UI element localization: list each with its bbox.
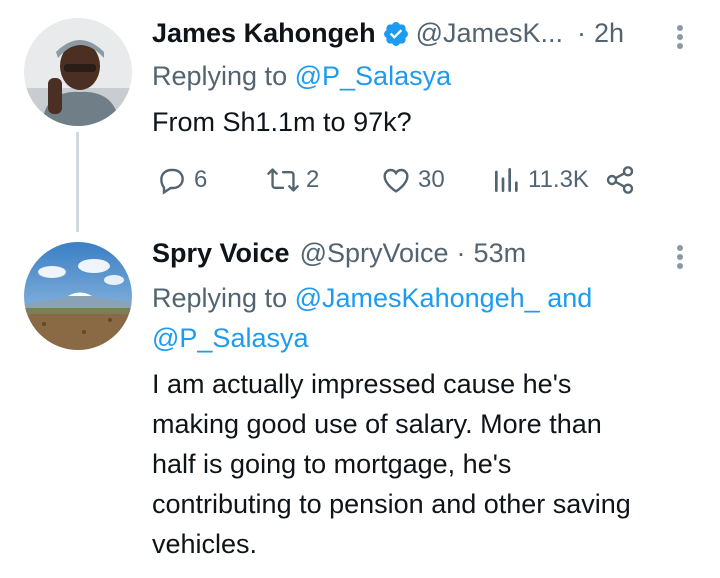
text-line: half is going to mortgage, he's: [152, 449, 512, 479]
avatar-spry-voice[interactable]: [24, 242, 132, 350]
like-count: 30: [418, 166, 445, 193]
tweet-2-text: I am actually impressed cause he's makin…: [152, 364, 712, 564]
like-icon: [383, 168, 409, 193]
thread-connector-line: [76, 132, 79, 232]
retweet-icon: [267, 168, 299, 192]
views-count: 11.3K: [528, 166, 589, 193]
separator-dot: ·: [456, 238, 466, 268]
views-button[interactable]: 11.3K: [492, 160, 589, 200]
reply-mention-link[interactable]: @JamesKahongeh_: [295, 283, 540, 313]
more-icon[interactable]: [674, 242, 686, 272]
verified-badge-icon: [382, 20, 410, 48]
text-line: vehicles.: [152, 529, 258, 559]
tweet-2-header: Spry Voice @SpryVoice · 53m: [152, 238, 526, 269]
share-button[interactable]: [604, 160, 636, 200]
reply-icon: [160, 168, 184, 195]
author-handle[interactable]: @JamesK...: [416, 18, 563, 49]
separator-dot: ·: [577, 18, 587, 48]
views-icon: [495, 168, 518, 192]
replying-to-label: Replying to: [152, 283, 288, 313]
more-icon[interactable]: [674, 22, 686, 52]
tweet-1-header: James Kahongeh @JamesK... · 2h: [152, 18, 624, 49]
text-line: making good use of salary. More than: [152, 409, 602, 439]
reply-button[interactable]: 6: [156, 160, 207, 200]
reply-mention-link[interactable]: @P_Salasya: [295, 61, 452, 91]
replying-to-line: Replying to @JamesKahongeh_ and @P_Salas…: [152, 278, 692, 358]
replying-to-label: Replying to: [152, 61, 288, 91]
reply-count: 6: [194, 166, 208, 193]
timestamp[interactable]: 53m: [474, 238, 527, 269]
avatar-james[interactable]: [24, 18, 132, 126]
reply-and-link[interactable]: and: [547, 283, 592, 313]
retweet-count: 2: [306, 166, 320, 193]
author-handle[interactable]: @SpryVoice: [300, 238, 449, 269]
timestamp[interactable]: 2h: [594, 18, 624, 49]
share-icon: [606, 166, 634, 194]
like-button[interactable]: 30: [380, 160, 445, 200]
text-line: I am actually impressed cause he's: [152, 369, 572, 399]
replying-to-line: Replying to @P_Salasya: [152, 56, 451, 96]
reply-mention-link-2[interactable]: @P_Salasya: [152, 323, 309, 353]
tweet-1-text: From Sh1.1m to 97k?: [152, 107, 412, 137]
author-name[interactable]: Spry Voice: [152, 238, 290, 269]
retweet-button[interactable]: 2: [266, 160, 319, 200]
text-line: contributing to pension and other saving: [152, 489, 631, 519]
tweet-1[interactable]: James Kahongeh @JamesK... · 2h Replying …: [0, 0, 720, 232]
tweet-1-actions: 6 2 30 11.3K: [152, 160, 652, 200]
author-name[interactable]: James Kahongeh: [152, 18, 376, 49]
